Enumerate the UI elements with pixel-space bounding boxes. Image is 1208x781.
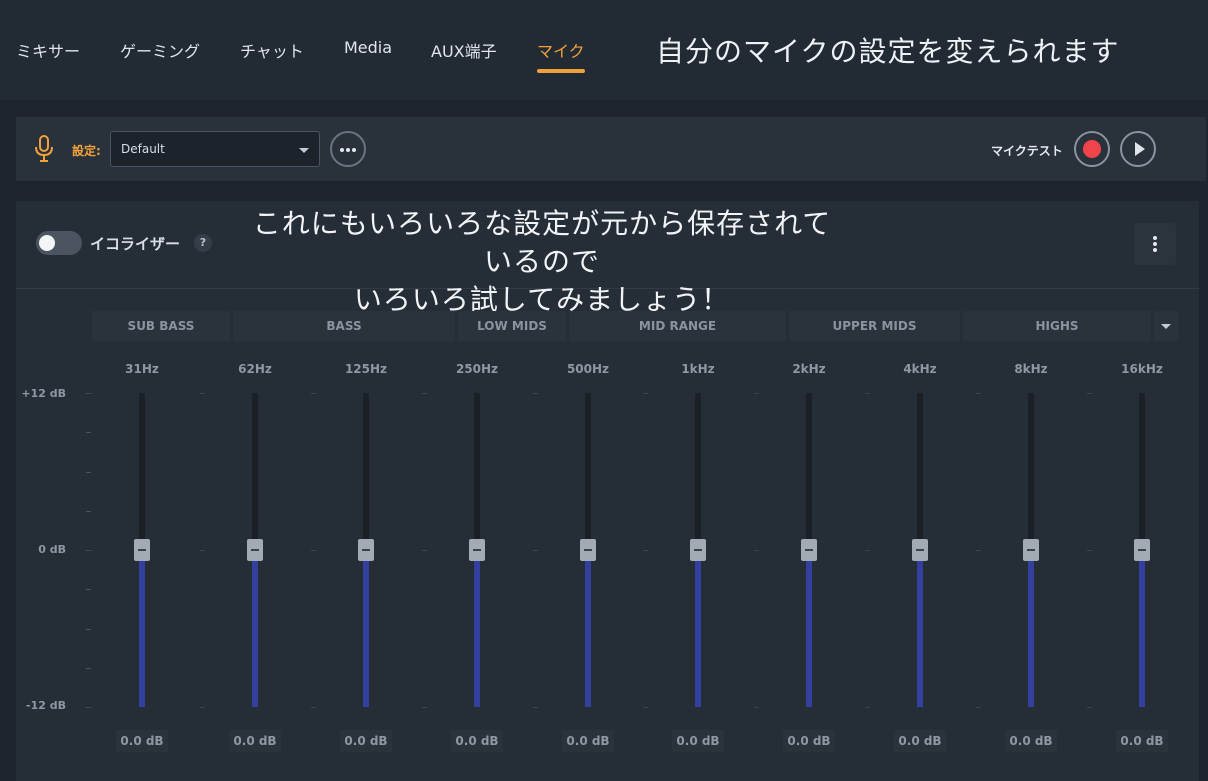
band-frequency-label: 1kHz	[681, 362, 715, 376]
preset-label: 設定:	[72, 144, 101, 158]
microphone-icon	[35, 135, 53, 162]
eq-slider-handle[interactable]	[690, 539, 706, 561]
record-button[interactable]	[1074, 131, 1110, 167]
band-gain-value[interactable]: 0.0 dB	[340, 730, 392, 752]
eq-slider-handle[interactable]	[801, 539, 817, 561]
range-sub-bass: SUB BASS	[92, 311, 230, 341]
range-mid-range: MID RANGE	[569, 311, 786, 341]
equalizer-header: イコライザー ? これにもいろいろな設定が元から保存されているので いろいろ試し…	[16, 201, 1199, 316]
help-icon[interactable]: ?	[194, 234, 212, 252]
band-gain-value[interactable]: 0.0 dB	[229, 730, 281, 752]
band-tick-marks	[200, 393, 205, 708]
band-gain-value[interactable]: 0.0 dB	[116, 730, 168, 752]
eq-slider-handle[interactable]	[134, 539, 150, 561]
band-tick-marks	[754, 393, 759, 708]
eq-slider-fill	[1028, 550, 1034, 707]
preset-value: Default	[121, 142, 165, 156]
mic-test-label: マイクテスト	[991, 144, 1063, 158]
eq-slider-fill	[474, 550, 480, 707]
more-vertical-icon	[1153, 236, 1157, 240]
band-gain-value[interactable]: 0.0 dB	[562, 730, 614, 752]
equalizer-panel: イコライザー ? これにもいろいろな設定が元から保存されているので いろいろ試し…	[16, 201, 1199, 781]
eq-slider-handle[interactable]	[1023, 539, 1039, 561]
chevron-down-icon	[299, 148, 309, 153]
tab-aux[interactable]: AUX端子	[431, 38, 497, 62]
band-tick-marks	[865, 393, 870, 708]
equalizer-menu-button[interactable]	[1134, 223, 1176, 265]
tab-gaming[interactable]: ゲーミング	[120, 38, 200, 62]
range-menu-button[interactable]	[1154, 311, 1178, 341]
band-tick-marks	[422, 393, 427, 708]
eq-slider-fill	[585, 550, 591, 707]
band-gain-value[interactable]: 0.0 dB	[1005, 730, 1057, 752]
eq-slider-handle[interactable]	[580, 539, 596, 561]
band-gain-value[interactable]: 0.0 dB	[783, 730, 835, 752]
axis-label-max: +12 dB	[21, 387, 66, 400]
eq-slider-fill	[363, 550, 369, 707]
eq-slider-fill	[695, 550, 701, 707]
annotation-line-1: これにもいろいろな設定が元から保存されているので	[252, 207, 832, 278]
preset-dropdown[interactable]: Default	[110, 131, 320, 167]
tab-mixer[interactable]: ミキサー	[16, 38, 80, 62]
axis-label-zero: 0 dB	[38, 543, 66, 556]
tab-mic[interactable]: マイク	[537, 38, 585, 62]
band-frequency-label: 2kHz	[792, 362, 826, 376]
play-button[interactable]	[1120, 131, 1156, 167]
top-tab-bar: ミキサー ゲーミング チャット Media AUX端子 マイク 自分のマイクの設…	[0, 0, 1208, 100]
active-tab-indicator	[537, 69, 585, 73]
tab-media[interactable]: Media	[344, 38, 392, 57]
band-frequency-label: 250Hz	[455, 362, 499, 376]
play-icon	[1135, 142, 1145, 156]
eq-slider-fill	[806, 550, 812, 707]
eq-slider-fill	[139, 550, 145, 707]
toggle-knob	[39, 235, 55, 251]
band-frequency-label: 500Hz	[566, 362, 610, 376]
mic-settings-bar: 設定: Default マイクテスト	[16, 117, 1206, 181]
band-frequency-label: 8kHz	[1014, 362, 1048, 376]
band-tick-marks	[643, 393, 648, 708]
chevron-down-icon	[1161, 324, 1171, 329]
band-frequency-label: 4kHz	[903, 362, 937, 376]
band-gain-value[interactable]: 0.0 dB	[1116, 730, 1168, 752]
range-bass: BASS	[233, 311, 455, 341]
more-horizontal-icon	[340, 148, 344, 152]
range-low-mids: LOW MIDS	[458, 311, 566, 341]
range-highs: HIGHS	[963, 311, 1151, 341]
equalizer-toggle[interactable]	[36, 231, 82, 255]
band-gain-value[interactable]: 0.0 dB	[672, 730, 724, 752]
band-gain-value[interactable]: 0.0 dB	[451, 730, 503, 752]
eq-slider-handle[interactable]	[912, 539, 928, 561]
band-tick-marks	[976, 393, 981, 708]
eq-slider-handle[interactable]	[1134, 539, 1150, 561]
eq-slider-handle[interactable]	[358, 539, 374, 561]
tab-chat[interactable]: チャット	[240, 38, 304, 62]
band-frequency-label: 125Hz	[344, 362, 388, 376]
record-icon	[1083, 140, 1101, 158]
band-frequency-label: 62Hz	[238, 362, 272, 376]
band-gain-value[interactable]: 0.0 dB	[894, 730, 946, 752]
axis-label-min: -12 dB	[26, 699, 66, 712]
band-tick-marks	[533, 393, 538, 708]
eq-slider-handle[interactable]	[469, 539, 485, 561]
annotation-text: 自分のマイクの設定を変えられます	[656, 35, 1120, 68]
band-frequency-label: 16kHz	[1121, 362, 1163, 376]
annotation-text-eq: これにもいろいろな設定が元から保存されているので いろいろ試してみましょう！	[244, 205, 840, 319]
eq-slider-handle[interactable]	[247, 539, 263, 561]
equalizer-title: イコライザー	[90, 235, 181, 253]
band-tick-marks	[1087, 393, 1092, 708]
band-tick-marks	[87, 393, 92, 708]
eq-slider-fill	[917, 550, 923, 707]
eq-slider-fill	[1139, 550, 1145, 707]
eq-slider-fill	[252, 550, 258, 707]
band-tick-marks	[311, 393, 316, 708]
more-options-button[interactable]	[330, 131, 366, 167]
band-frequency-label: 31Hz	[125, 362, 159, 376]
range-upper-mids: UPPER MIDS	[789, 311, 960, 341]
